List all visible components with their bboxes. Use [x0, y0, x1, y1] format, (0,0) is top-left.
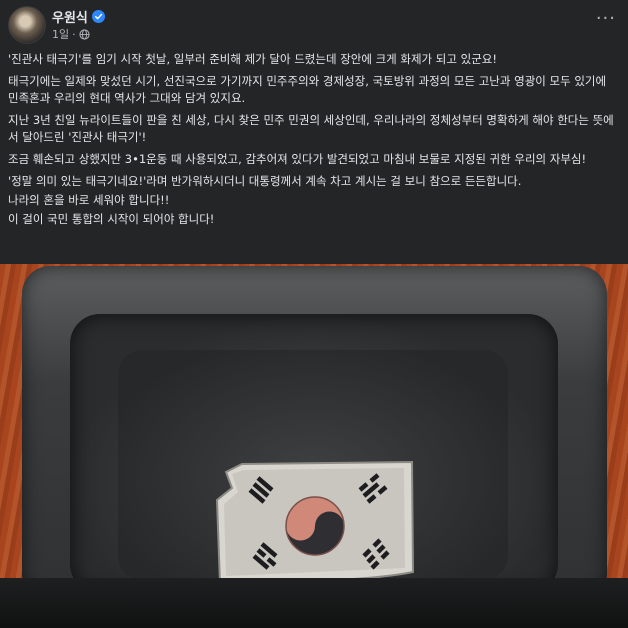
meta-separator: · [72, 27, 76, 41]
post-paragraph: 지난 3년 친일 뉴라이트들이 판을 친 세상, 다시 찾은 민주 민권의 세상… [8, 113, 614, 144]
post-paragraph: '진관사 태극기'를 임기 시작 첫날, 일부러 준비해 제가 달아 드렸는데 … [8, 52, 497, 66]
author-name[interactable]: 우원식 [52, 7, 88, 26]
post-paragraph: 나라의 혼을 바로 세워야 합니다!! [8, 193, 170, 207]
post-meta: 1일 · [52, 27, 90, 41]
verified-badge-icon [91, 9, 105, 23]
avatar[interactable] [8, 6, 46, 44]
post-paragraph: '정말 의미 있는 태극기네요!'라며 반가워하시더니 대통령께서 계속 차고 … [8, 174, 522, 188]
post-body: '진관사 태극기'를 임기 시작 첫날, 일부러 준비해 제가 달아 드렸는데 … [8, 51, 620, 230]
post-paragraph: 태극기에는 일제와 맞섰던 시기, 선진국으로 가기까지 민주주의와 경제성장,… [8, 74, 607, 105]
taegukgi-pin-image [215, 460, 415, 586]
post-paragraph: 이 걸이 국민 통합의 시작이 되어야 합니다! [8, 212, 215, 226]
more-options-icon[interactable]: ··· [596, 10, 616, 28]
post-paragraph: 조금 훼손되고 상했지만 3•1운동 때 사용되었고, 감추어져 있다가 발견되… [8, 152, 587, 166]
post-header: 우원식 1일 · ··· [0, 0, 628, 50]
post-photo[interactable] [0, 264, 628, 628]
globe-icon[interactable] [79, 28, 90, 40]
post-time[interactable]: 1일 [52, 26, 69, 42]
author-row: 우원식 [52, 7, 105, 26]
photo-bottom-strip [0, 578, 628, 628]
